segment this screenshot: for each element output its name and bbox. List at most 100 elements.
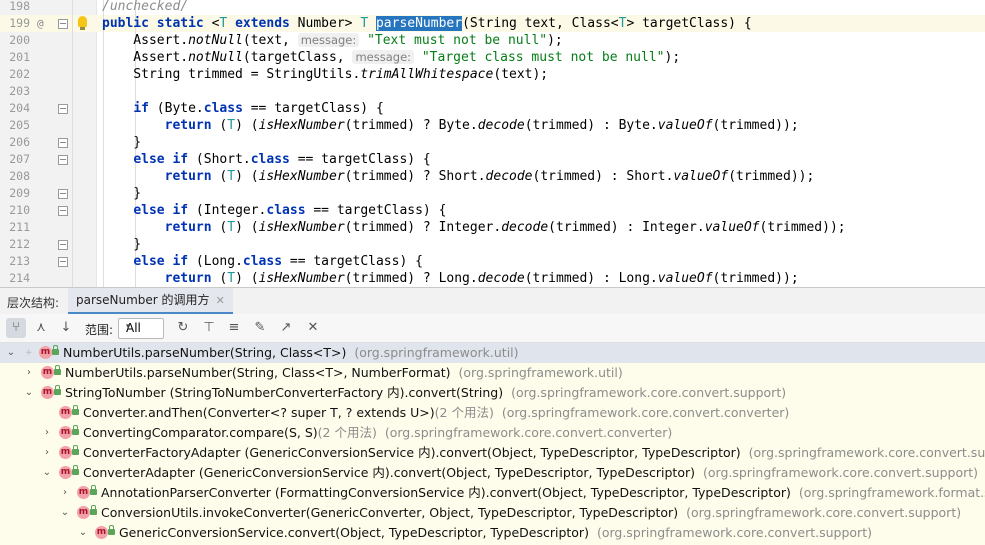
code-line[interactable]: 214 return (T) (isHexNumber(trimmed) ? L… — [0, 270, 985, 287]
code-line[interactable]: 203 — [0, 83, 985, 100]
open-in-editor-button[interactable]: ↗ — [276, 318, 296, 338]
chevron-down-icon[interactable]: ⌄ — [5, 343, 17, 363]
chevron-down-icon[interactable]: ⌄ — [59, 503, 71, 523]
override-marker-icon[interactable]: @ — [37, 15, 44, 32]
code-line[interactable]: 209 } — [0, 185, 985, 202]
fold-toggle-icon[interactable] — [58, 104, 68, 114]
code-text[interactable]: Assert.notNull(text, message: "Text must… — [102, 32, 563, 49]
package-name: (org.springframework.core.convert.suppor… — [596, 525, 872, 540]
scope-select[interactable]: All ▾ — [118, 318, 164, 339]
code-line[interactable]: 202 String trimmed = StringUtils.trimAll… — [0, 66, 985, 83]
code-line[interactable]: 205 return (T) (isHexNumber(trimmed) ? B… — [0, 117, 985, 134]
code-text[interactable]: /unchecked/ — [102, 0, 188, 15]
code-text[interactable]: public static <T extends Number> T parse… — [102, 15, 752, 32]
code-line[interactable]: 199 @ public static <T extends Number> T p… — [0, 15, 985, 32]
code-text[interactable]: return (T) (isHexNumber(trimmed) ? Integ… — [102, 219, 846, 236]
line-number[interactable]: 198 — [0, 0, 30, 15]
expand-all-button[interactable]: ≡ — [224, 318, 244, 338]
refresh-button[interactable]: ↻ — [173, 318, 193, 338]
code-text[interactable]: return (T) (isHexNumber(trimmed) ? Long.… — [102, 270, 799, 287]
code-line[interactable]: 211 return (T) (isHexNumber(trimmed) ? I… — [0, 219, 985, 236]
code-text[interactable]: } — [102, 236, 141, 253]
line-number[interactable]: 206 — [0, 134, 30, 151]
callee-hierarchy-button[interactable]: ⋏ — [31, 318, 51, 338]
lock-icon — [54, 365, 61, 375]
line-number[interactable]: 201 — [0, 49, 30, 66]
filter-button[interactable]: ⊤ — [199, 318, 219, 338]
line-number[interactable]: 209 — [0, 185, 30, 202]
tree-row[interactable]: ⌄ + m NumberUtils.parseNumber(String, Class… — [0, 343, 985, 363]
line-number[interactable]: 210 — [0, 202, 30, 219]
fold-toggle-icon[interactable] — [58, 206, 68, 216]
tab-close-icon[interactable]: ✕ — [216, 294, 225, 307]
chevron-down-icon[interactable]: ⌄ — [77, 523, 89, 543]
tree-row[interactable]: › m ConverterFactoryAdapter (GenericConver… — [0, 443, 985, 463]
line-number[interactable]: 207 — [0, 151, 30, 168]
sort-alphabetically-button[interactable]: ↓ — [56, 318, 76, 338]
chevron-down-icon[interactable]: ⌄ — [23, 383, 35, 403]
tree-row[interactable]: ⌄ m ConversionUtils.invokeConverter(Generi… — [0, 503, 985, 523]
code-text[interactable]: else if (Short.class == targetClass) { — [102, 151, 430, 168]
fold-toggle-icon[interactable] — [58, 155, 68, 165]
close-button[interactable]: ✕ — [303, 318, 323, 338]
chevron-right-icon[interactable]: › — [59, 483, 71, 503]
line-number[interactable]: 213 — [0, 253, 30, 270]
fold-toggle-icon[interactable] — [58, 257, 68, 267]
line-number[interactable]: 205 — [0, 117, 30, 134]
tree-row[interactable]: m Converter.andThen(Converter<? super T, … — [0, 403, 985, 423]
code-line[interactable]: 206 } — [0, 134, 985, 151]
code-line[interactable]: 207 else if (Short.class == targetClass)… — [0, 151, 985, 168]
chevron-right-icon[interactable]: › — [41, 443, 53, 463]
chevron-right-icon[interactable]: › — [41, 423, 53, 443]
chevron-down-icon[interactable]: ⌄ — [41, 463, 53, 483]
tree-row[interactable]: › m AnnotationParserConverter (FormattingC… — [0, 483, 985, 503]
code-line[interactable]: 198/unchecked/ — [0, 0, 985, 15]
package-name: (org.springframework.format.support) — [798, 485, 985, 500]
line-number[interactable]: 211 — [0, 219, 30, 236]
tree-row[interactable]: › m NumberUtils.parseNumber(String, Class<… — [0, 363, 985, 383]
tree-row[interactable]: › m ConvertingComparator.compare(S, S)(2 个… — [0, 423, 985, 443]
tree-row[interactable]: ⌄ m ConverterAdapter (GenericConversionSer… — [0, 463, 985, 483]
code-line[interactable]: 208 return (T) (isHexNumber(trimmed) ? S… — [0, 168, 985, 185]
code-line[interactable]: 201 Assert.notNull(targetClass, message:… — [0, 49, 985, 66]
code-text[interactable]: } — [102, 134, 141, 151]
line-number[interactable]: 202 — [0, 66, 30, 83]
code-text[interactable]: else if (Long.class == targetClass) { — [102, 253, 423, 270]
tab-parsenumber-callers[interactable]: parseNumber 的调用方 ✕ — [68, 288, 233, 315]
indent-guide — [72, 117, 73, 134]
code-line[interactable]: 204 if (Byte.class == targetClass) { — [0, 100, 985, 117]
line-number[interactable]: 208 — [0, 168, 30, 185]
code-text[interactable]: else if (Integer.class == targetClass) { — [102, 202, 446, 219]
fold-toggle-icon[interactable] — [58, 189, 68, 199]
line-number[interactable]: 199 — [0, 15, 30, 32]
code-line[interactable]: 200 Assert.notNull(text, message: "Text … — [0, 32, 985, 49]
line-number[interactable]: 200 — [0, 32, 30, 49]
lightbulb-icon[interactable] — [78, 16, 87, 30]
call-hierarchy-tree[interactable]: ⌄ + m NumberUtils.parseNumber(String, Class… — [0, 343, 985, 545]
package-name: (org.springframework.core.convert.conver… — [501, 405, 790, 420]
tree-row[interactable]: ⌄ m StringToNumber (StringToNumberConverte… — [0, 383, 985, 403]
fold-toggle-icon[interactable] — [58, 138, 68, 148]
line-number[interactable]: 204 — [0, 100, 30, 117]
code-line[interactable]: 210 else if (Integer.class == targetClas… — [0, 202, 985, 219]
caller-hierarchy-button[interactable]: ⑂ — [6, 318, 26, 338]
chevron-right-icon[interactable]: › — [23, 363, 35, 383]
code-line[interactable]: 213 else if (Long.class == targetClass) … — [0, 253, 985, 270]
indent-guide — [72, 134, 73, 151]
code-text[interactable]: String trimmed = StringUtils.trimAllWhit… — [102, 66, 548, 83]
code-text[interactable]: } — [102, 185, 141, 202]
code-text[interactable]: return (T) (isHexNumber(trimmed) ? Byte.… — [102, 117, 799, 134]
line-number[interactable]: 203 — [0, 83, 30, 100]
line-number[interactable]: 214 — [0, 270, 30, 287]
line-number[interactable]: 212 — [0, 236, 30, 253]
code-text[interactable]: if (Byte.class == targetClass) { — [102, 100, 383, 117]
code-line[interactable]: 212 } — [0, 236, 985, 253]
code-editor[interactable]: 198/unchecked/199 @ public static <T exten… — [0, 0, 985, 287]
tree-row[interactable]: ⌄ m GenericConversionService.convert(Objec… — [0, 523, 985, 543]
code-text[interactable]: Assert.notNull(targetClass, message: "Ta… — [102, 49, 680, 66]
code-text[interactable]: return (T) (isHexNumber(trimmed) ? Short… — [102, 168, 815, 185]
pin-tab-button[interactable]: ✎ — [250, 318, 270, 338]
fold-toggle-icon[interactable] — [58, 19, 68, 29]
fold-toggle-icon[interactable] — [58, 240, 68, 250]
lock-icon — [72, 465, 79, 475]
